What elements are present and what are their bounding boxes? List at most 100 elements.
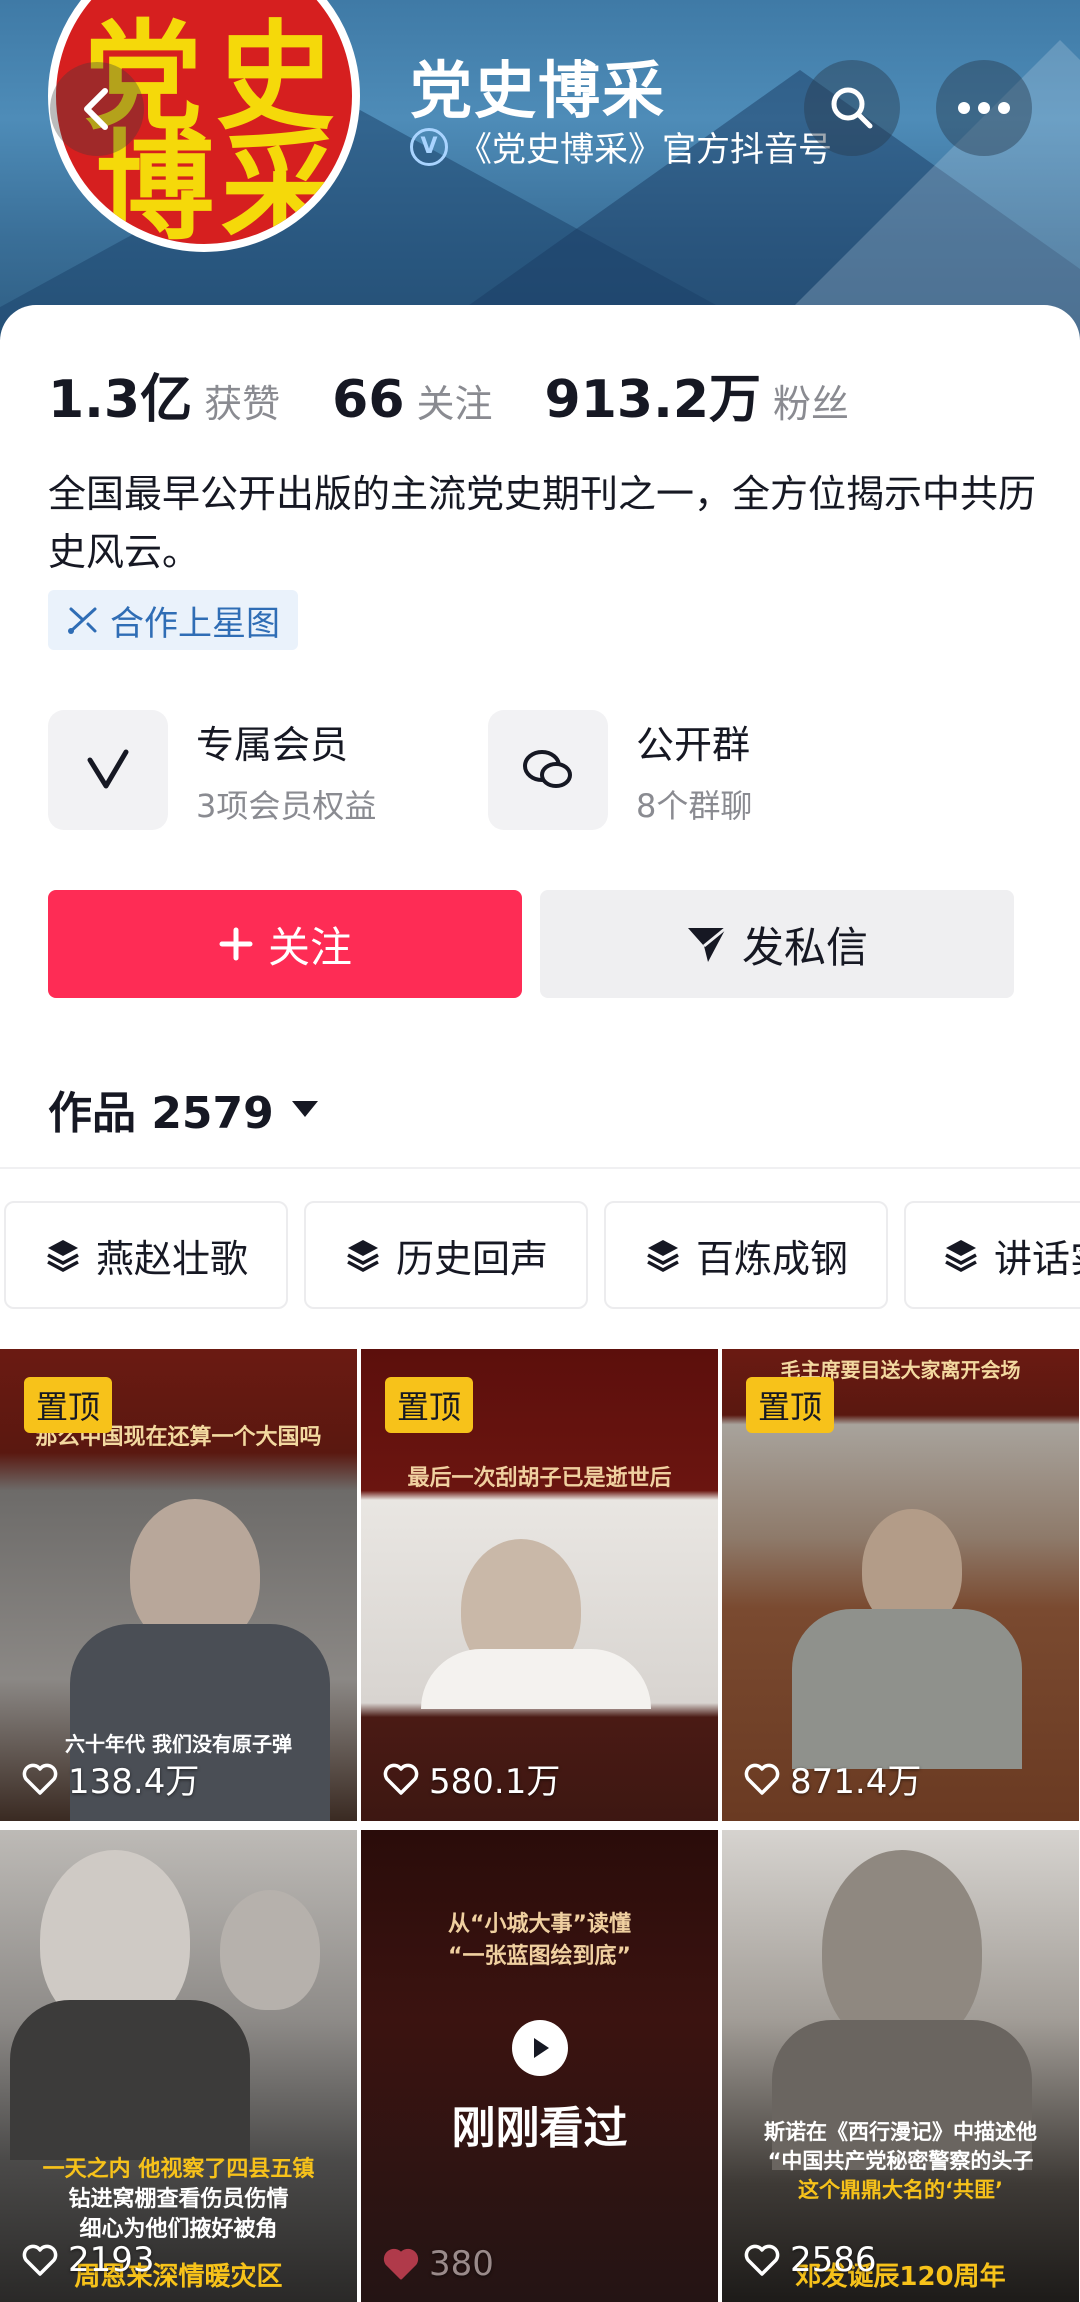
recently-watched-label: 刚刚看过 bbox=[451, 2103, 628, 2154]
video-caption: 一天之内 他视察了四县五镇 bbox=[42, 2157, 315, 2182]
heart-icon bbox=[22, 2244, 58, 2276]
video-tile[interactable]: 毛主席要目送大家离开会场 置顶 871.4万 bbox=[722, 1349, 1079, 1821]
like-count: 380 bbox=[383, 2244, 494, 2284]
star-map-tag[interactable]: 合作上星图 bbox=[48, 590, 298, 650]
video-caption: 斯诺在《西行漫记》中描述他 bbox=[764, 2120, 1037, 2144]
feature-subtitle: 8个群聊 bbox=[636, 786, 753, 825]
plus-icon bbox=[219, 927, 253, 961]
heart-icon bbox=[744, 2244, 780, 2276]
more-dots-icon bbox=[958, 102, 1010, 114]
like-count-value: 871.4万 bbox=[790, 1762, 922, 1802]
stat-label: 粉丝 bbox=[773, 382, 850, 426]
avatar-glyph: 采 bbox=[221, 117, 340, 252]
verified-text: 《党史博采》官方抖音号 bbox=[458, 130, 832, 170]
follow-button[interactable]: 关注 bbox=[48, 890, 522, 998]
feature-subtitle: 3项会员权益 bbox=[196, 786, 377, 825]
like-count: 2193 bbox=[22, 2240, 155, 2280]
heart-icon bbox=[383, 1763, 419, 1795]
video-tile[interactable]: 最后一次刮胡子已是逝世后 置顶 580.1万 bbox=[361, 1349, 718, 1821]
stat-value: 66 bbox=[332, 370, 405, 430]
search-icon bbox=[831, 87, 873, 129]
like-count: 138.4万 bbox=[22, 1754, 199, 1803]
divider bbox=[0, 1167, 1080, 1169]
follow-label: 关注 bbox=[267, 922, 352, 972]
like-count: 2586 bbox=[744, 2240, 877, 2280]
stats-row: 1.3亿 获赞 66 关注 913.2万 粉丝 bbox=[48, 357, 901, 432]
search-button[interactable] bbox=[804, 60, 900, 156]
verified-icon: V bbox=[410, 127, 448, 166]
video-tile[interactable]: 斯诺在《西行漫记》中描述他 “中国共产党秘密警察的头子 这个鼎鼎大名的‘共匪’ … bbox=[722, 1830, 1079, 2302]
layers-icon bbox=[647, 1240, 679, 1272]
chat-bubbles-icon bbox=[488, 710, 608, 830]
caret-down-icon bbox=[291, 1101, 318, 1117]
send-icon bbox=[687, 926, 727, 962]
person-figure bbox=[792, 1609, 1022, 1769]
person-figure bbox=[10, 2000, 250, 2160]
collection-chip[interactable]: 百炼成钢 bbox=[604, 1201, 888, 1309]
collection-chip[interactable]: 燕赵壮歌 bbox=[4, 1201, 288, 1309]
recently-watched-overlay: 刚刚看过 bbox=[361, 2020, 718, 2156]
layers-icon bbox=[945, 1240, 977, 1272]
feature-title: 专属会员 bbox=[196, 722, 349, 767]
person-figure bbox=[421, 1649, 651, 1709]
works-tab[interactable]: 作品 2579 bbox=[48, 1077, 318, 1141]
stat-following[interactable]: 66 关注 bbox=[332, 370, 492, 430]
video-tile[interactable]: 从“小城大事”读懂 “一张蓝图绘到底” 刚刚看过 380 bbox=[361, 1830, 718, 2302]
heart-filled-icon bbox=[383, 2248, 419, 2280]
video-caption: 最后一次刮胡子已是逝世后 bbox=[407, 1466, 672, 1491]
feature-membership[interactable]: 专属会员 3项会员权益 bbox=[48, 710, 376, 830]
collection-chip[interactable]: 讲话实 bbox=[904, 1201, 1080, 1309]
layers-icon bbox=[47, 1240, 79, 1272]
profile-banner: 党 史 博 采 党史博采 V 《党史博采》官方抖音号 bbox=[0, 0, 1080, 340]
video-caption: “一张蓝图绘到底” bbox=[448, 1944, 631, 1969]
like-count-value: 580.1万 bbox=[429, 1762, 561, 1802]
message-button[interactable]: 发私信 bbox=[540, 890, 1014, 998]
stat-value: 913.2万 bbox=[544, 370, 762, 430]
verification-row: V 《党史博采》官方抖音号 bbox=[410, 122, 832, 171]
video-tile[interactable]: 那么中国现在还算一个大国吗 六十年代 我们没有原子弹 置顶 138.4万 bbox=[0, 1349, 357, 1821]
account-name: 党史博采 bbox=[410, 54, 667, 127]
stat-followers[interactable]: 913.2万 粉丝 bbox=[545, 357, 850, 432]
like-count-value: 138.4万 bbox=[68, 1762, 200, 1802]
profile-bio: 全国最早公开出版的主流党史期刊之一，全方位揭示中共历史风云。 bbox=[48, 472, 1037, 574]
collections-row: 燕赵壮歌 历史回声 百炼成钢 讲话实 bbox=[0, 1201, 1080, 1311]
collection-label: 燕赵壮歌 bbox=[95, 1236, 248, 1281]
stat-value: 1.3亿 bbox=[48, 370, 193, 430]
like-count-value: 380 bbox=[429, 2244, 494, 2284]
person-figure bbox=[220, 1890, 320, 2010]
layers-icon bbox=[347, 1240, 379, 1272]
video-caption: 这个鼎鼎大名的‘共匪’ bbox=[798, 2178, 1003, 2202]
video-caption: “中国共产党秘密警察的头子 bbox=[767, 2149, 1034, 2173]
chevron-left-icon bbox=[84, 88, 108, 130]
pinned-badge: 置顶 bbox=[746, 1377, 835, 1433]
stat-likes[interactable]: 1.3亿 获赞 bbox=[48, 357, 280, 432]
stat-label: 获赞 bbox=[204, 382, 281, 426]
play-icon bbox=[511, 2020, 568, 2076]
collection-label: 历史回声 bbox=[395, 1236, 548, 1281]
star-map-icon bbox=[68, 607, 97, 634]
collection-label: 讲话实 bbox=[994, 1236, 1080, 1281]
feature-title: 公开群 bbox=[636, 722, 751, 767]
video-caption: 从“小城大事”读懂 bbox=[448, 1912, 631, 1937]
works-label: 作品 2579 bbox=[48, 1088, 274, 1139]
collection-chip[interactable]: 历史回声 bbox=[304, 1201, 588, 1309]
message-label: 发私信 bbox=[741, 922, 868, 972]
like-count: 871.4万 bbox=[744, 1754, 921, 1803]
pinned-badge: 置顶 bbox=[24, 1377, 113, 1433]
heart-icon bbox=[744, 1763, 780, 1795]
more-button[interactable] bbox=[936, 60, 1032, 156]
video-caption: 钻进窝棚查看伤员伤情 bbox=[68, 2187, 289, 2212]
v-icon bbox=[48, 710, 168, 830]
collection-label: 百炼成钢 bbox=[695, 1236, 848, 1281]
like-count: 580.1万 bbox=[383, 1754, 560, 1803]
pinned-badge: 置顶 bbox=[385, 1377, 474, 1433]
back-button[interactable] bbox=[50, 62, 144, 156]
like-count-value: 2193 bbox=[68, 2240, 155, 2280]
video-tile[interactable]: 一天之内 他视察了四县五镇 钻进窝棚查看伤员伤情 细心为他们掖好被角 周恩来深情… bbox=[0, 1830, 357, 2302]
stat-label: 关注 bbox=[416, 382, 493, 426]
feature-group-chat[interactable]: 公开群 8个群聊 bbox=[488, 710, 752, 830]
star-map-label: 合作上星图 bbox=[110, 603, 280, 644]
heart-icon bbox=[22, 1763, 58, 1795]
like-count-value: 2586 bbox=[790, 2240, 877, 2280]
banner-mountain bbox=[760, 40, 1080, 340]
